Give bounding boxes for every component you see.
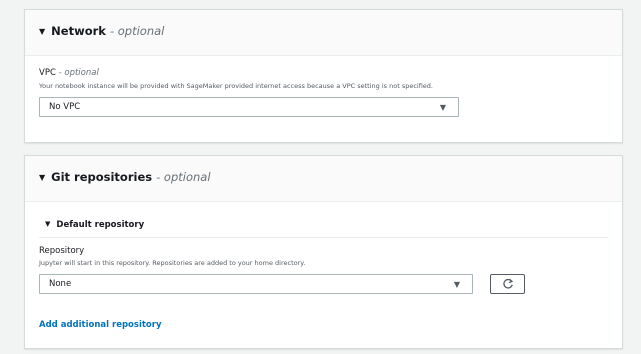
network-panel-header[interactable]: ▼ Network - optional: [25, 10, 622, 56]
vpc-label-text: VPC: [39, 68, 56, 78]
dropdown-caret-icon: ▼: [453, 280, 460, 289]
network-panel: ▼ Network - optional VPC - optional Your …: [24, 9, 623, 143]
git-panel-header[interactable]: ▼ Git repositories - optional: [25, 156, 622, 202]
default-repository-header[interactable]: ▼ Default repository: [45, 220, 144, 230]
refresh-button[interactable]: [490, 274, 525, 294]
vpc-label: VPC - optional: [39, 68, 99, 78]
network-optional-label: - optional: [109, 24, 165, 38]
git-repositories-panel: ▼ Git repositories - optional ▼ Default re…: [24, 155, 623, 349]
vpc-optional-label: - optional: [58, 68, 99, 78]
vpc-description: Your notebook instance will be provided …: [39, 82, 433, 90]
caret-down-icon: ▼: [39, 173, 46, 182]
subsection-divider: [39, 237, 608, 238]
git-title-text: Git repositories: [51, 170, 153, 184]
git-panel-title[interactable]: ▼ Git repositories - optional: [39, 170, 211, 184]
vpc-select-value: No VPC: [49, 102, 81, 112]
add-additional-repository-link[interactable]: Add additional repository: [39, 320, 162, 330]
repository-label: Repository: [39, 246, 85, 256]
vpc-select[interactable]: No VPC ▼: [39, 97, 459, 117]
default-repository-title: Default repository: [56, 220, 145, 230]
repository-description: Jupyter will start in this repository. R…: [39, 259, 306, 267]
dropdown-caret-icon: ▼: [439, 103, 446, 112]
git-optional-label: - optional: [156, 170, 211, 184]
caret-down-icon: ▼: [45, 220, 51, 228]
repository-select[interactable]: None ▼: [39, 274, 473, 294]
refresh-icon: [503, 278, 514, 289]
repository-select-value: None: [49, 279, 72, 289]
caret-down-icon: ▼: [39, 27, 46, 36]
network-title-text: Network: [51, 24, 106, 38]
network-panel-title[interactable]: ▼ Network - optional: [39, 24, 164, 38]
